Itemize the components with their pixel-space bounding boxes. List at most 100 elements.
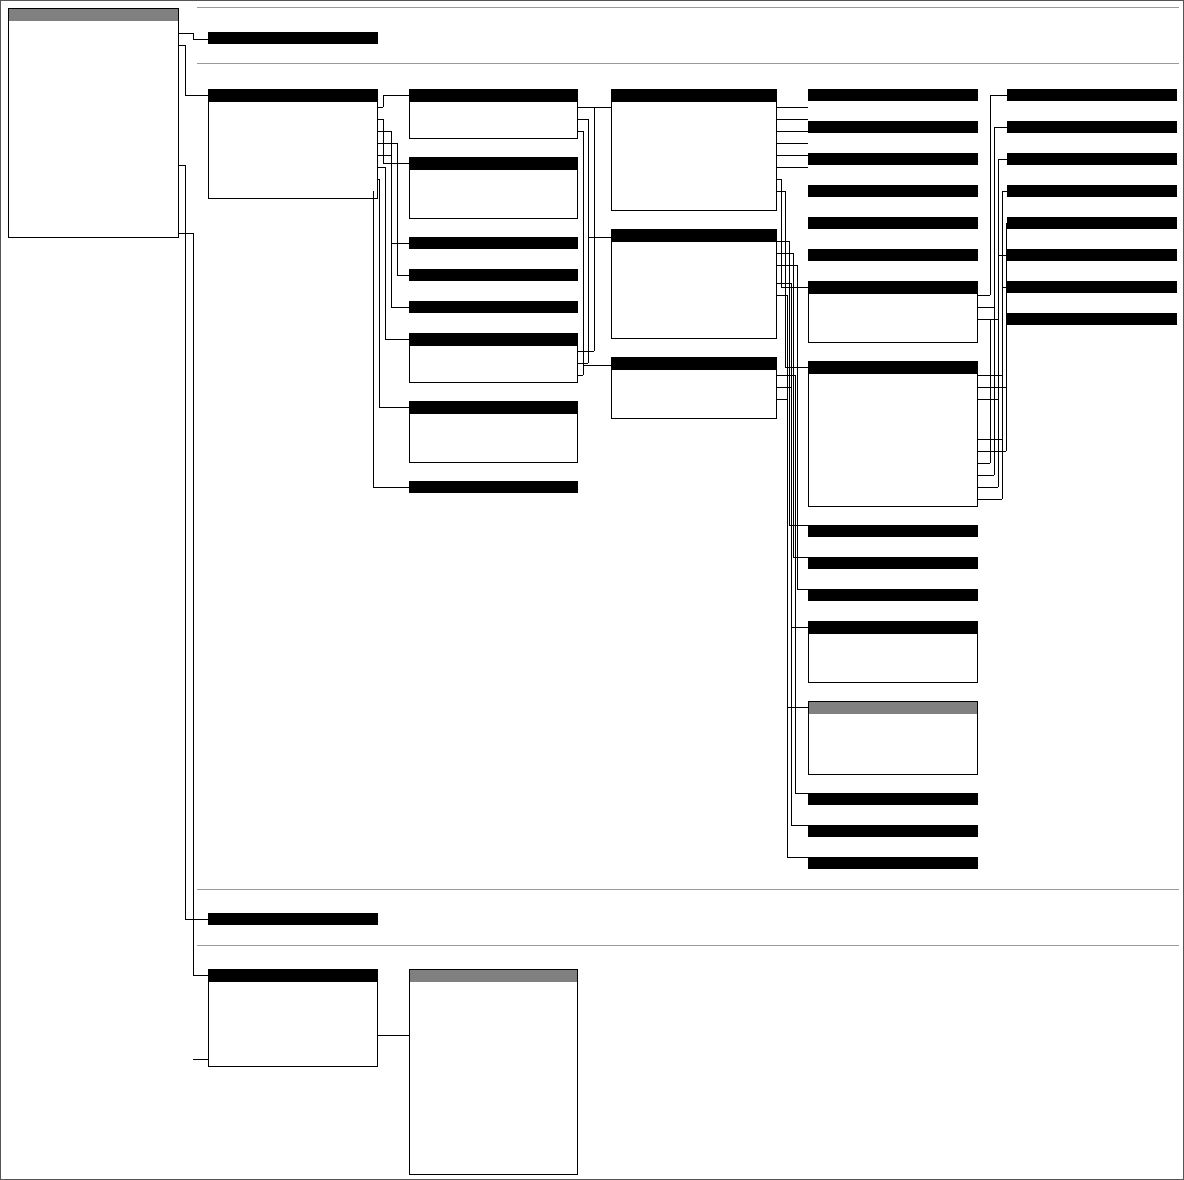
connector-line [385,167,386,339]
attribute-row [9,93,178,105]
entity-box-ifc-label-10[interactable] [1007,217,1177,229]
entity-box-ifc-label-1[interactable] [808,121,978,133]
entity-box-ifc-organization[interactable] [611,229,777,339]
attribute-row [209,1018,377,1030]
entity-box-ifc-label-11[interactable] [1007,249,1177,261]
entity-box-ifc-label-4[interactable] [808,217,978,229]
attribute-row [410,114,577,126]
entity-box-ifc-application-1[interactable] [409,157,578,219]
attribute-list [809,634,977,682]
entity-box-ifc-telecom-address[interactable] [808,361,978,507]
attribute-list [209,102,377,198]
attribute-row [209,126,377,138]
attribute-row [809,714,977,726]
connector-line [193,39,208,40]
entity-header [1007,281,1177,293]
entity-box-ifc-label-predefined[interactable] [208,913,378,925]
connector-line [594,107,595,351]
entity-box-ifc-globally-unique-id[interactable] [208,32,378,44]
entity-box-ifc-rel-assigns-to-control[interactable] [208,969,378,1067]
entity-box-ifc-address[interactable] [808,701,978,775]
entity-header [808,185,978,197]
entity-box-ifc-time-stamp-2[interactable] [409,481,578,493]
entity-box-ifc-label-6[interactable] [808,557,978,569]
connector-line [179,33,193,34]
attribute-row [410,1162,577,1174]
connector-line [785,191,786,367]
entity-box-ifc-person-and-organization-1[interactable] [409,89,578,139]
entity-box-ifc-uri-reference-1[interactable] [1007,281,1177,293]
connector-line [978,307,994,308]
connector-line [793,253,794,557]
connector-line [990,95,1007,96]
entity-box-ifc-uri-reference-2[interactable] [1007,313,1177,325]
connector-line [791,387,792,825]
connector-line [777,399,787,400]
attribute-row [9,33,178,45]
entity-box-ifc-label-5[interactable] [808,249,978,261]
entity-box-ifc-actor-role-3[interactable] [808,621,978,683]
attribute-row [209,982,377,994]
attribute-row [809,374,977,386]
entity-box-ifc-application-2[interactable] [409,401,578,463]
entity-header [809,282,977,294]
entity-box-ifc-control[interactable] [8,8,179,238]
entity-box-ifc-label-2[interactable] [808,153,978,165]
connector-line [185,95,208,96]
entity-header [409,237,578,249]
connector-line [777,283,791,284]
attribute-row [612,198,776,210]
connector-line [990,319,991,463]
attribute-row [809,386,977,398]
attribute-row [410,346,577,358]
attribute-row [612,138,776,150]
attribute-row [410,450,577,462]
entity-box-ifc-text-3[interactable] [1007,121,1177,133]
attribute-row [209,162,377,174]
connector-line [193,233,194,975]
attribute-row [9,57,178,69]
attribute-row [410,438,577,450]
connector-line [777,131,808,132]
entity-box-ifc-address-type-enum[interactable] [1007,89,1177,101]
entity-header [409,269,578,281]
entity-header [409,301,578,313]
attribute-row [410,1150,577,1162]
entity-box-ifc-text-1[interactable] [808,589,978,601]
entity-box-ifc-person-and-organization-2[interactable] [409,333,578,383]
entity-box-ifc-label-3[interactable] [808,185,978,197]
entity-box-ifc-label-7[interactable] [808,825,978,837]
attribute-list [612,370,776,418]
attribute-row [612,114,776,126]
entity-box-ifc-identifier-2[interactable] [808,525,978,537]
entity-box-ifc-owner-history[interactable] [208,89,378,199]
entity-box-ifc-text-2[interactable] [808,857,978,869]
entity-box-ifc-state-enum[interactable] [409,237,578,249]
connector-line [383,95,384,107]
attribute-list [9,21,178,237]
attribute-row [612,242,776,254]
connector-line [379,407,409,408]
entity-header [1007,313,1177,325]
connector-line [594,107,611,108]
entity-box-ifc-change-action-enum[interactable] [409,269,578,281]
attribute-row [9,69,178,81]
connector-line [795,375,796,793]
attribute-row [209,114,377,126]
connector-line [990,95,991,295]
entity-box-ifc-identifier-1[interactable] [808,89,978,101]
connector-line [397,143,398,275]
connector-line [1006,319,1007,320]
entity-box-ifc-actor-role-1[interactable] [611,357,777,419]
attribute-row [612,278,776,290]
entity-box-ifc-label-8[interactable] [1007,153,1177,165]
entity-box-ifc-person[interactable] [611,89,777,211]
entity-box-ifc-actor-role-2[interactable] [808,281,978,343]
connector-line [777,253,793,254]
entity-box-ifc-object[interactable] [409,969,578,1175]
entity-box-ifc-label-9[interactable] [1007,185,1177,197]
attribute-row [612,126,776,138]
entity-box-ifc-role-enum[interactable] [808,793,978,805]
connector-line [994,127,995,307]
entity-box-ifc-time-stamp-1[interactable] [409,301,578,313]
